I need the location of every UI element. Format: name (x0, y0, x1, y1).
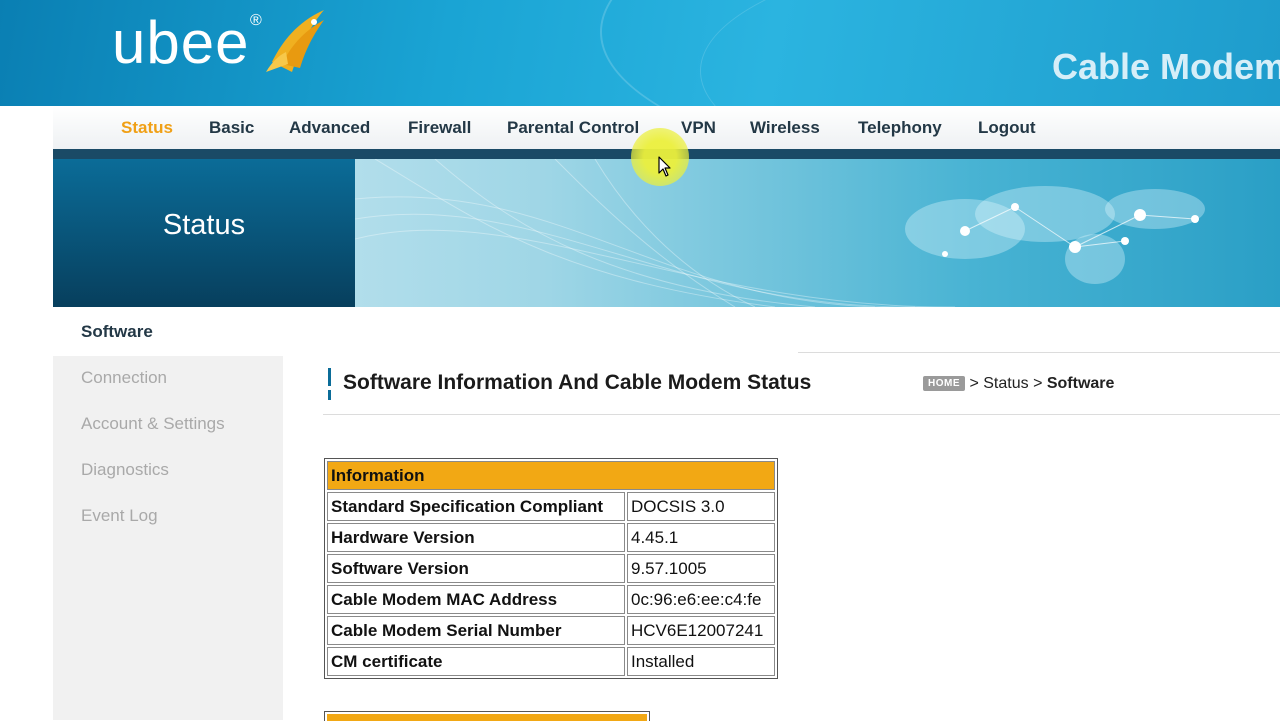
breadcrumb-status[interactable]: Status (983, 375, 1028, 392)
nav-basic[interactable]: Basic (209, 118, 254, 138)
title-accent-bar (328, 368, 331, 400)
table-header: Information (327, 461, 775, 490)
nav-status[interactable]: Status (121, 118, 173, 138)
row-label: Software Version (327, 554, 625, 583)
row-label: Cable Modem Serial Number (327, 616, 625, 645)
row-value: 9.57.1005 (627, 554, 775, 583)
sidebar-item-connection[interactable]: Connection (81, 368, 167, 388)
breadcrumb-home[interactable]: HOME (923, 376, 965, 391)
sidebar-item-event-log[interactable]: Event Log (81, 506, 158, 526)
fish-logo-icon (266, 10, 324, 72)
row-value: HCV6E12007241 (627, 616, 775, 645)
nav-advanced[interactable]: Advanced (289, 118, 370, 138)
row-label: Hardware Version (327, 523, 625, 552)
breadcrumb-separator: > (969, 375, 979, 392)
logo-text: ubee (112, 9, 250, 76)
table-row: Cable Modem MAC Address 0c:96:e6:ee:c4:f… (327, 585, 775, 614)
header-banner: ubee ® Cable Modem (0, 0, 1280, 106)
registered-mark: ® (250, 12, 262, 29)
sidebar: Software Connection Account & Settings D… (53, 307, 283, 720)
divider (798, 352, 1280, 353)
table-row: Standard Specification Compliant DOCSIS … (327, 492, 775, 521)
nav-vpn[interactable]: VPN (681, 118, 716, 138)
row-label: Cable Modem MAC Address (327, 585, 625, 614)
nav-firewall[interactable]: Firewall (408, 118, 471, 138)
table-row: Hardware Version 4.45.1 (327, 523, 775, 552)
row-value: 0c:96:e6:ee:c4:fe (627, 585, 775, 614)
table-row: Software Version 9.57.1005 (327, 554, 775, 583)
world-network-graphic (355, 159, 1205, 307)
sidebar-item-diagnostics[interactable]: Diagnostics (81, 460, 169, 480)
breadcrumb-current: Software (1046, 375, 1115, 392)
main-content: Software Information And Cable Modem Sta… (283, 307, 1280, 721)
nav-parental-control[interactable]: Parental Control (507, 118, 639, 138)
row-label: Standard Specification Compliant (327, 492, 625, 521)
information-table: Information Standard Specification Compl… (324, 458, 778, 679)
row-label: CM certificate (327, 647, 625, 676)
sidebar-item-account-settings[interactable]: Account & Settings (81, 414, 225, 434)
divider (323, 414, 1280, 415)
table-row: CM certificate Installed (327, 647, 775, 676)
nav-telephony[interactable]: Telephony (858, 118, 942, 138)
row-value: Installed (627, 647, 775, 676)
row-value: DOCSIS 3.0 (627, 492, 775, 521)
breadcrumb: HOME > Status > Software (923, 375, 1114, 393)
sidebar-item-software[interactable]: Software (53, 307, 283, 356)
mouse-pointer-icon (658, 156, 671, 177)
breadcrumb-separator: > (1033, 375, 1043, 392)
nav-wireless[interactable]: Wireless (750, 118, 820, 138)
page-title: Software Information And Cable Modem Sta… (343, 371, 812, 394)
product-title: Cable Modem (1052, 46, 1280, 87)
table-header-row: Information (327, 461, 775, 490)
table-row: Cable Modem Serial Number HCV6E12007241 (327, 616, 775, 645)
nav-logout[interactable]: Logout (978, 118, 1036, 138)
section-title: Status (162, 209, 246, 241)
section-banner-left: Status (53, 159, 355, 307)
row-value: 4.45.1 (627, 523, 775, 552)
